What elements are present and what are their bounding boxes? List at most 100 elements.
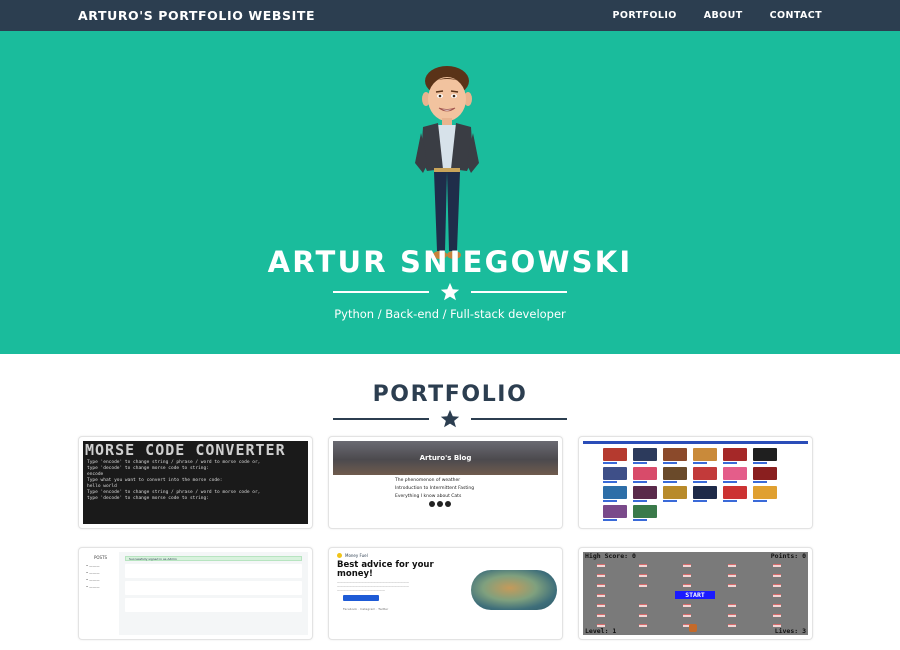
blog-post: Introduction to Intermittent Fasting	[395, 486, 558, 491]
footer-link: Facebook	[343, 607, 358, 612]
lives: Lives: 3	[774, 627, 806, 635]
morse-screenshot: MORSE CODE CONVERTER Type 'encode' to ch…	[83, 441, 308, 524]
success-alert: Successfully signed in as Admin	[125, 556, 302, 561]
money-fuel-headline: Best advice for your money!	[337, 560, 434, 579]
site-brand[interactable]: ARTURO'S PORTFOLIO WEBSITE	[78, 8, 315, 23]
post-card	[125, 598, 302, 612]
divider-line-right	[471, 418, 567, 420]
alien-sprite	[597, 594, 605, 597]
sidebar-item: • ———	[86, 571, 100, 575]
start-button: START	[675, 591, 715, 599]
divider-line-right	[471, 291, 567, 293]
alien-sprite	[639, 584, 647, 587]
portfolio-item-posts[interactable]: POSTS • ——— • ——— • ——— • ——— Successful…	[78, 547, 313, 640]
movie-poster	[663, 448, 687, 464]
logo-icon	[337, 553, 342, 558]
alien-sprite	[683, 564, 691, 567]
morse-title: MORSE CODE CONVERTER	[85, 441, 286, 459]
high-score: High Score: 0	[585, 552, 636, 560]
blog-social-icons	[429, 501, 558, 507]
movie-poster	[663, 467, 687, 483]
blog-banner: Arturo's Blog	[333, 441, 558, 475]
blog-post-title: The phenomenon of weather	[395, 478, 461, 483]
alien-sprite	[683, 574, 691, 577]
movie-poster	[603, 486, 627, 502]
footer-link: Twitter	[378, 607, 389, 612]
nav-portfolio[interactable]: PORTFOLIO	[613, 10, 677, 21]
alien-sprite	[773, 614, 781, 617]
post-card	[125, 581, 302, 595]
movie-poster	[753, 486, 777, 502]
movie-poster	[723, 448, 747, 464]
portfolio-item-movies[interactable]	[578, 436, 813, 529]
nav-menu: PORTFOLIO ABOUT CONTACT	[613, 10, 822, 21]
alien-sprite	[639, 614, 647, 617]
posts-sidebar-title: POSTS	[94, 555, 108, 560]
portfolio-item-morse[interactable]: MORSE CODE CONVERTER Type 'encode' to ch…	[78, 436, 313, 529]
social-icon	[437, 501, 443, 507]
movie-poster	[723, 467, 747, 483]
money-fuel-brand: Money Fuel	[345, 553, 368, 558]
movie-poster	[603, 448, 627, 464]
movie-poster	[693, 486, 717, 502]
alien-sprite	[773, 574, 781, 577]
alien-sprite	[683, 614, 691, 617]
game-screenshot: High Score: 0 Points: 0 START Level: 1 L…	[583, 552, 808, 635]
game-bottom-bar: Level: 1 Lives: 3	[583, 627, 808, 635]
alien-sprite	[597, 614, 605, 617]
blog-post: The phenomenon of weather	[395, 478, 558, 483]
movie-poster	[633, 448, 657, 464]
movie-poster	[693, 467, 717, 483]
sidebar-item: • ———	[86, 564, 100, 568]
blog-post: Everything I know about Cats	[395, 494, 558, 499]
hero-name: ARTUR SNIEGOWSKI	[267, 245, 633, 279]
movie-poster	[753, 448, 777, 464]
nav-contact[interactable]: CONTACT	[770, 10, 822, 21]
blog-post-title: Introduction to Intermittent Fasting	[395, 486, 475, 491]
level: Level: 1	[585, 627, 617, 635]
alien-sprite	[773, 584, 781, 587]
alien-sprite	[728, 564, 736, 567]
sidebar-item: • ———	[86, 578, 100, 582]
alien-sprite	[683, 584, 691, 587]
alien-sprite	[597, 574, 605, 577]
alien-sprite	[773, 564, 781, 567]
alien-sprite	[773, 594, 781, 597]
morse-console: Type 'encode' to change string / phrase …	[83, 457, 308, 505]
movie-poster	[633, 467, 657, 483]
star-icon	[440, 282, 460, 301]
portfolio-title: PORTFOLIO	[372, 382, 528, 407]
money-fuel-header: Money Fuel	[337, 553, 558, 558]
movie-poster	[603, 505, 627, 521]
console-line: type 'decode' to change morse code to st…	[87, 496, 209, 501]
social-icon	[429, 501, 435, 507]
points: Points: 0	[770, 552, 806, 560]
alien-sprite	[597, 564, 605, 567]
portfolio-item-money-fuel[interactable]: Money Fuel Best advice for your money! —…	[328, 547, 563, 640]
movie-poster	[633, 505, 657, 521]
movies-screenshot	[583, 441, 808, 524]
money-fuel-button	[343, 595, 379, 602]
money-fuel-text: ———————————————————————— ———————————————…	[337, 580, 409, 592]
avatar-illustration	[415, 66, 479, 259]
alien-sprite	[728, 604, 736, 607]
alien-sprite	[639, 604, 647, 607]
nav-about[interactable]: ABOUT	[704, 10, 743, 21]
movie-poster-grid	[583, 444, 808, 521]
hero-subtitle: Python / Back-end / Full-stack developer	[334, 307, 566, 321]
blog-screenshot: Arturo's Blog The phenomenon of weather …	[333, 441, 558, 524]
money-fuel-screenshot: Money Fuel Best advice for your money! —…	[333, 552, 558, 635]
posts-screenshot: POSTS • ——— • ——— • ——— • ——— Successful…	[83, 552, 308, 635]
post-card	[125, 564, 302, 578]
posts-main: Successfully signed in as Admin	[119, 552, 308, 635]
divider-line-left	[333, 418, 429, 420]
game-top-bar: High Score: 0 Points: 0	[583, 552, 808, 560]
portfolio-item-blog[interactable]: Arturo's Blog The phenomenon of weather …	[328, 436, 563, 529]
alien-sprite	[683, 604, 691, 607]
movie-poster	[723, 486, 747, 502]
movie-poster	[633, 486, 657, 502]
sidebar-item: • ———	[86, 585, 100, 589]
portfolio-item-game[interactable]: High Score: 0 Points: 0 START Level: 1 L…	[578, 547, 813, 640]
alien-sprite	[597, 604, 605, 607]
world-map-image	[471, 570, 557, 610]
